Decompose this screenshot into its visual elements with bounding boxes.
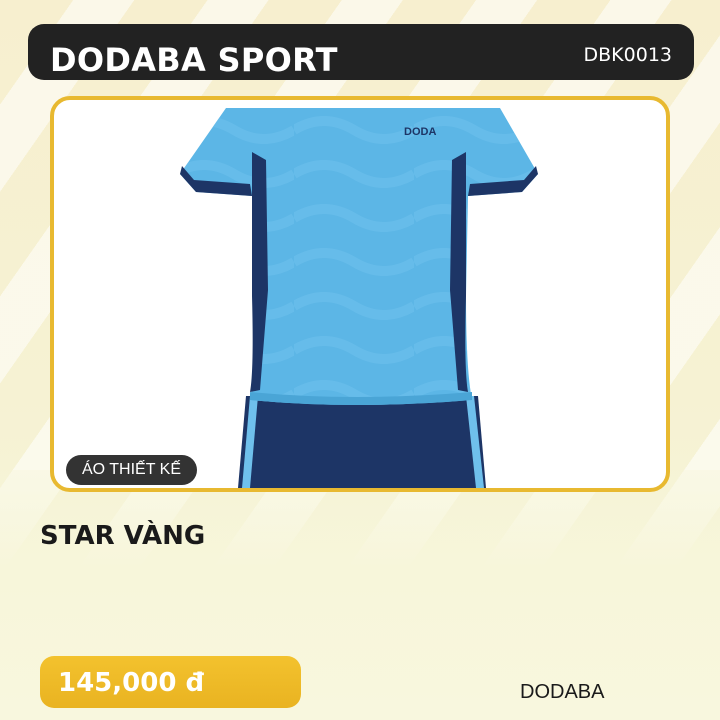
- price-tag: 145,000 đ: [40, 656, 301, 708]
- jersey-logo: DODA: [404, 126, 436, 138]
- brand-title: DODABA SPORT: [50, 41, 338, 79]
- jersey-image: DODA: [180, 108, 538, 488]
- product-image-frame[interactable]: DODA ÁO THIẾT KẾ: [50, 96, 670, 492]
- brand-label: DODABA: [520, 681, 605, 703]
- product-name[interactable]: STAR VÀNG: [40, 518, 205, 554]
- shorts-shape: [238, 396, 486, 488]
- header-bar: DODABA SPORT DBK0013: [28, 24, 694, 80]
- product-sku: DBK0013: [583, 44, 672, 66]
- category-badge: ÁO THIẾT KẾ: [66, 455, 197, 485]
- price-value: 145,000 đ: [58, 668, 205, 698]
- jersey-shape: [180, 108, 538, 405]
